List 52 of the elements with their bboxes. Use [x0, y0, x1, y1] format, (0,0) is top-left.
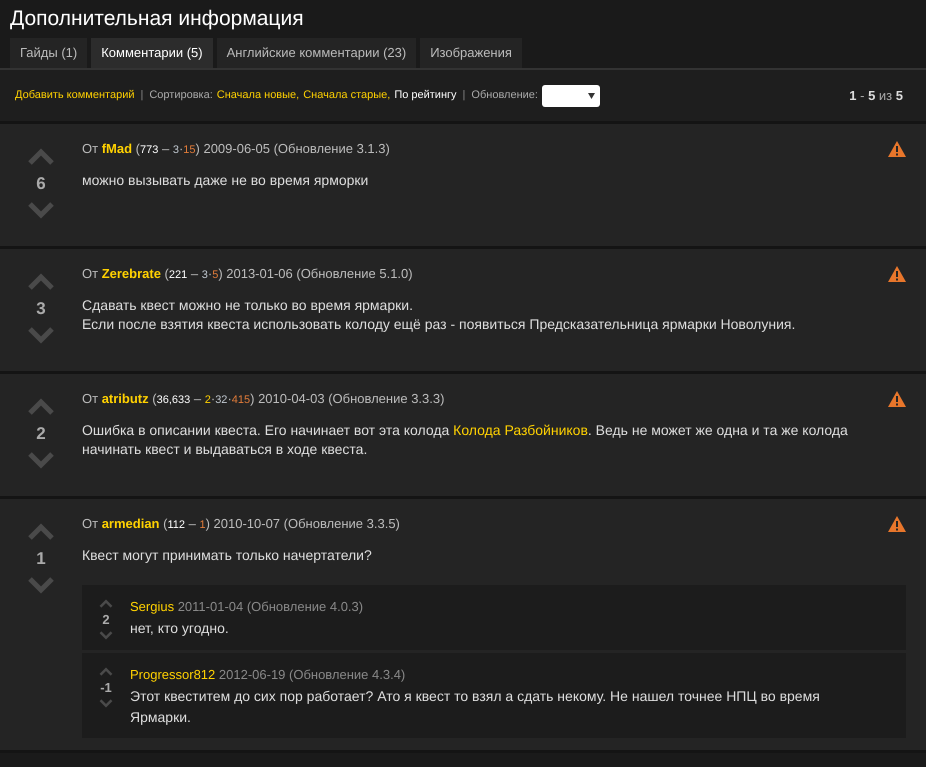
downvote-icon[interactable]	[27, 452, 55, 469]
score: -1	[100, 680, 112, 694]
comment-text: Сдавать квест можно не только во время ярмарки.	[82, 296, 414, 314]
upvote-icon[interactable]	[99, 666, 113, 676]
comment-text: Если после взятия квеста использовать колоду ещё раз - появиться Предсказательница ярмарки Новолуния.	[82, 314, 796, 334]
comment-meta: От fMad (773 – 3·15) 2009-06-05 (Обновление 3.1.3)	[82, 140, 390, 158]
comment-text: можно вызывать даже не во время ярморки	[82, 170, 370, 190]
comment-meta: От Zerebrate (221 – 3·5) 2013-01-06 (Обновление 5.1.0)	[82, 265, 413, 283]
toolbar-label: Обновление:	[471, 88, 538, 104]
score: 3	[36, 300, 46, 317]
score: 2	[102, 612, 110, 626]
comment-text: Квест могут принимать только начертатели?	[82, 546, 373, 564]
upvote-icon[interactable]	[27, 273, 55, 290]
reply-text: Этот квеститем до сих пор работает? Ато я квест то взял а сдать некому. Не нашел точнее НПЦ во время Ярмарки.	[130, 687, 821, 727]
downvote-icon[interactable]	[27, 577, 55, 594]
downvote-icon[interactable]	[27, 202, 55, 219]
upvote-icon[interactable]	[27, 148, 55, 165]
tab[interactable]: Гайды (1)	[10, 38, 88, 68]
downvote-icon[interactable]	[99, 630, 113, 640]
update-dropdown[interactable]	[542, 84, 600, 106]
comment-meta: От armedian (112 – 1) 2010-10-07 (Обновление 3.3.5)	[82, 515, 400, 533]
upvote-icon[interactable]	[99, 598, 113, 608]
sort-option[interactable]: По рейтингу	[394, 87, 457, 104]
pagination-info: 1 - 5 из 5	[849, 86, 904, 105]
comment-text: Ошибка в описании квеста. Его начинает вот эта колода Колода Разбойников. Ведь не может же одна и та же колода начинать квест и выдаваться в ходе квеста.	[82, 420, 849, 458]
upvote-icon[interactable]	[27, 398, 55, 415]
item-link[interactable]: Колода Разбойников	[453, 422, 588, 438]
toolbar-label: Сортировка:	[149, 88, 213, 104]
tab[interactable]: Комментарии (5)	[91, 38, 213, 68]
sort-option[interactable]: Сначала старые,	[303, 87, 390, 104]
score: 1	[36, 550, 46, 567]
dropdown-arrow-icon	[588, 92, 595, 98]
reply-meta: Sergius 2011-01-04 (Обновление 4.0.3)	[130, 598, 364, 616]
tab[interactable]: Изображения	[420, 38, 522, 68]
reply-text: нет, кто угодно.	[130, 619, 230, 638]
comment-meta: От atributz (36,633 – 2·32·415) 2010-04-03 (Обновление 3.3.3)	[82, 390, 444, 408]
separator: |	[462, 88, 466, 104]
warning-icon[interactable]	[888, 141, 906, 157]
page-title: Дополнительная информация	[9, 6, 305, 32]
warning-icon[interactable]	[888, 266, 906, 282]
sort-option[interactable]: Сначала новые,	[216, 87, 300, 104]
reply-meta: Progressor812 2012-06-19 (Обновление 4.3.4)	[130, 666, 406, 684]
tab[interactable]: Английские комментарии (23)	[216, 38, 416, 68]
upvote-icon[interactable]	[27, 523, 55, 540]
downvote-icon[interactable]	[27, 327, 55, 344]
downvote-icon[interactable]	[99, 698, 113, 708]
score: 2	[36, 425, 46, 442]
separator: |	[140, 88, 144, 104]
warning-icon[interactable]	[888, 516, 906, 532]
add-comment-link[interactable]: Добавить комментарий	[15, 87, 134, 104]
warning-icon[interactable]	[888, 391, 906, 407]
score: 6	[36, 175, 46, 192]
